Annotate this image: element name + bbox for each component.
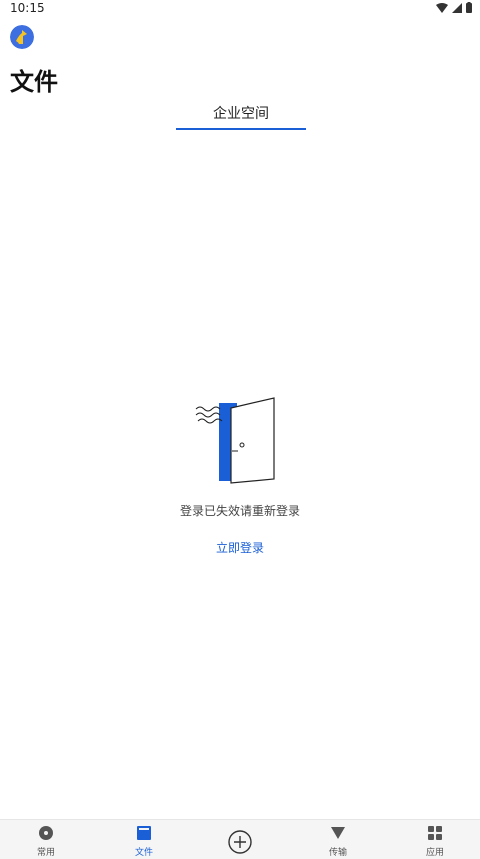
open-door-illustration (195, 397, 275, 484)
nav-label: 应用 (425, 848, 444, 858)
nav-label: 传输 (328, 848, 347, 858)
tab-active-indicator (176, 128, 306, 130)
status-time: 10:15 (10, 1, 45, 15)
login-now-link[interactable]: 立即登录 (0, 539, 480, 556)
file-icon (137, 826, 151, 840)
empty-state-message: 登录已失效请重新登录 (179, 504, 300, 518)
nav-item-files[interactable]: 文件 (114, 824, 174, 858)
status-bar: 10:15 (0, 0, 480, 16)
avatar-image (10, 25, 34, 49)
disc-icon (39, 826, 53, 840)
nav-label: 文件 (134, 848, 153, 858)
apps-grid-icon (428, 826, 442, 840)
nav-label: 常用 (36, 848, 55, 858)
nav-item-apps[interactable]: 应用 (405, 824, 465, 858)
bottom-nav: 常用 文件 传输 应用 (0, 819, 480, 859)
avatar[interactable] (10, 25, 34, 49)
signal-icon (452, 2, 462, 13)
nav-item-common[interactable]: 常用 (16, 824, 76, 858)
status-icons (436, 2, 472, 13)
add-circle-icon[interactable] (228, 830, 252, 854)
transfer-icon (331, 827, 345, 839)
tab-enterprise-space[interactable]: 企业空间 (176, 103, 306, 131)
wifi-icon (436, 2, 448, 13)
page-title: 文件 (10, 68, 58, 96)
nav-item-transfer[interactable]: 传输 (308, 824, 368, 858)
battery-icon (466, 2, 472, 13)
